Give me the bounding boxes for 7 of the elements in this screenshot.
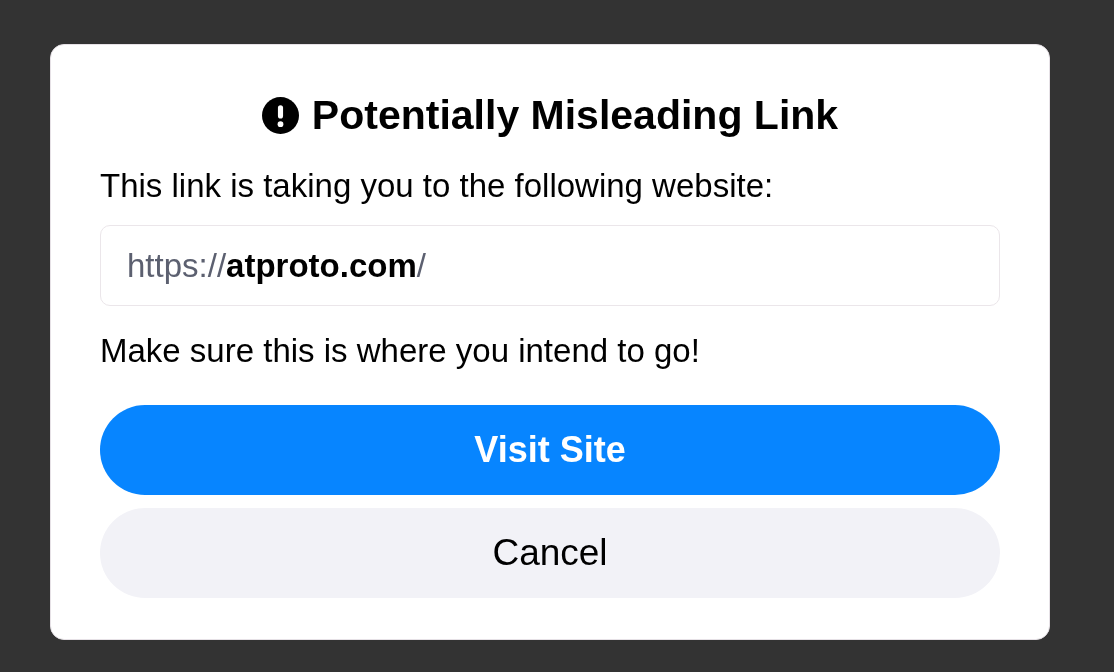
description-text: This link is taking you to the following website: bbox=[100, 167, 775, 205]
dialog-title: Potentially Misleading Link bbox=[311, 91, 839, 139]
url-field: https://atproto.com/ bbox=[100, 225, 1000, 306]
warning-text: Make sure this is where you intend to go! bbox=[100, 332, 701, 370]
visit-site-button[interactable]: Visit Site bbox=[100, 405, 1000, 495]
cancel-button[interactable]: Cancel bbox=[100, 508, 1000, 598]
exclamation-circle-icon bbox=[261, 96, 299, 134]
